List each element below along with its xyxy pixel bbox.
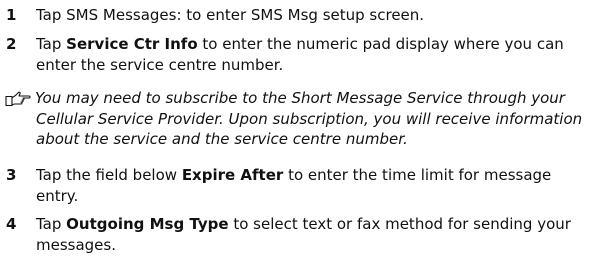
ui-term: Service Ctr Info	[66, 35, 198, 53]
step-text: Tap the field below Expire After to ente…	[36, 165, 605, 206]
pointing-hand-icon	[5, 91, 31, 107]
step-text-run: Tap SMS Messages: to enter SMS Msg setup…	[36, 6, 425, 24]
step-text: Tap Outgoing Msg Type to select text or …	[36, 214, 605, 255]
step-number: 2	[6, 35, 17, 53]
note-text: You may need to subscribe to the Short M…	[35, 88, 608, 150]
step-line: Tap the field below Expire After to ente…	[36, 165, 605, 186]
step-line: messages.	[36, 235, 605, 256]
step-text-run: Tap	[36, 35, 67, 53]
ui-term: Outgoing Msg Type	[66, 215, 229, 233]
step-number: 3	[6, 166, 17, 184]
note-line: Cellular Service Provider. Upon subscrip…	[36, 109, 583, 128]
step-line: enter the service centre number.	[36, 55, 605, 76]
step-number: 4	[6, 215, 17, 233]
instruction-page: 1 Tap SMS Messages: to enter SMS Msg set…	[0, 0, 609, 269]
note-line: You may need to subscribe to the Short M…	[35, 89, 565, 107]
step-line: Tap Outgoing Msg Type to select text or …	[36, 214, 605, 235]
step-text-run: enter the service centre number.	[36, 55, 284, 74]
note-line: about the service and the service centre…	[36, 130, 408, 148]
step-text-run: Tap the field below	[36, 166, 182, 184]
step-text-run: to select text or fax method for sending…	[228, 215, 571, 233]
ui-term: Expire After	[181, 166, 284, 184]
step-text-run: Tap	[36, 215, 67, 233]
step-text-run: messages.	[36, 235, 116, 254]
step-line: entry.	[36, 186, 605, 207]
step-text: Tap SMS Messages: to enter SMS Msg setup…	[36, 5, 605, 26]
step-line: Tap Service Ctr Info to enter the numeri…	[36, 34, 605, 55]
step-text: Tap Service Ctr Info to enter the numeri…	[36, 34, 605, 75]
step-text-run: entry.	[36, 186, 79, 205]
step-text-run: to enter the numeric pad display where y…	[197, 35, 564, 53]
step-line: Tap SMS Messages: to enter SMS Msg setup…	[36, 5, 605, 26]
step-number: 1	[6, 6, 17, 24]
step-text-run: to enter the time limit for message	[283, 166, 552, 184]
